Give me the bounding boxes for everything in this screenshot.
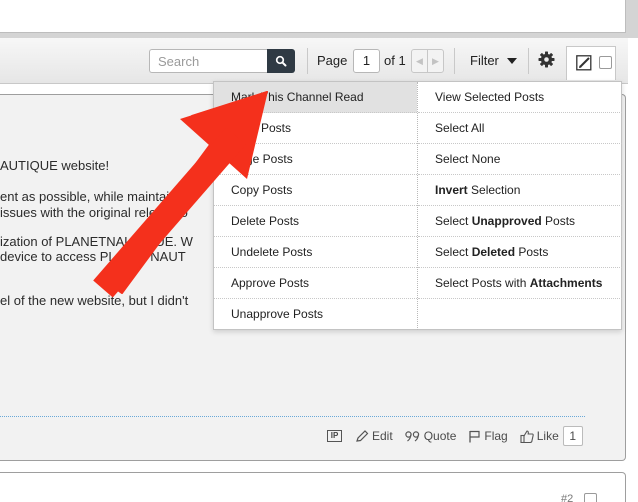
annotation-arrow-icon <box>93 91 268 298</box>
